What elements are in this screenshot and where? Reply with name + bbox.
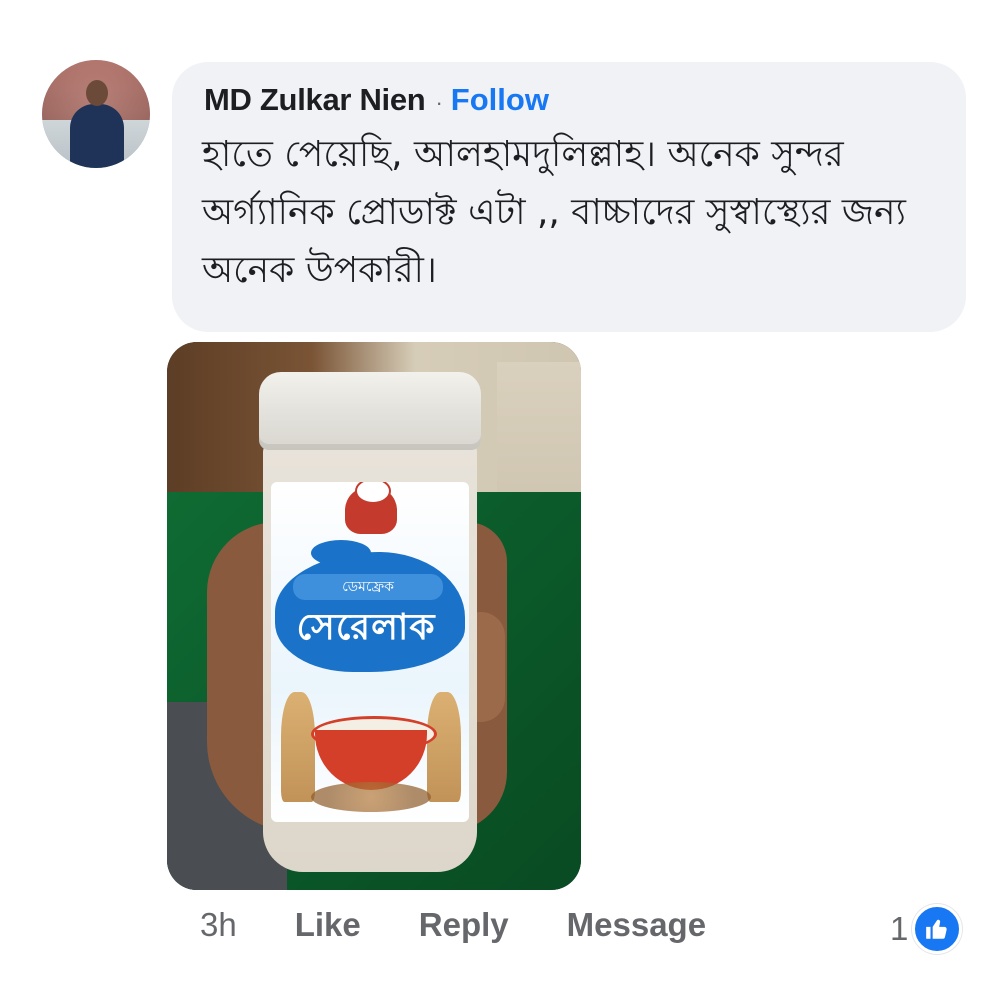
comment-container: MD Zulkar Nien · Follow হাতে পেয়েছি, আল… xyxy=(0,0,1000,1000)
wheat-left xyxy=(281,692,315,802)
jar-lid xyxy=(259,372,481,450)
author-name[interactable]: MD Zulkar Nien xyxy=(204,82,426,118)
comment-timestamp[interactable]: 3h xyxy=(200,906,237,944)
comment-bubble: MD Zulkar Nien · Follow হাতে পেয়েছি, আল… xyxy=(172,62,966,332)
comment-text: হাতে পেয়েছি, আলহামদুলিল্লাহ। অনেক সুন্দ… xyxy=(202,134,906,291)
comment-photo[interactable]: ডেমফ্রেক সেরেলাক xyxy=(167,342,581,890)
jar-label: ডেমফ্রেক সেরেলাক xyxy=(271,482,469,822)
product-jar: ডেমফ্রেক সেরেলাক xyxy=(259,372,481,872)
avatar-person-head xyxy=(86,80,108,106)
comment-actions: 3h Like Reply Message xyxy=(200,906,764,944)
like-button[interactable]: Like xyxy=(295,906,361,944)
reaction-summary[interactable]: 1 xyxy=(890,904,963,954)
product-subbrand: ডেমফ্রেক xyxy=(293,574,443,600)
product-name: সেরেলাক xyxy=(296,607,436,648)
bowl xyxy=(315,730,427,790)
thumbs-up-icon xyxy=(912,904,963,954)
avatar-person-body xyxy=(70,104,124,168)
reaction-count: 1 xyxy=(890,910,909,947)
separator-dot: · xyxy=(435,90,443,115)
wheat-right xyxy=(427,692,461,802)
grains xyxy=(311,782,431,812)
reply-button[interactable]: Reply xyxy=(419,906,509,944)
comment-header: MD Zulkar Nien · Follow xyxy=(204,82,936,118)
follow-button[interactable]: Follow xyxy=(451,82,549,118)
avatar[interactable] xyxy=(42,60,150,168)
message-button[interactable]: Message xyxy=(567,906,706,944)
